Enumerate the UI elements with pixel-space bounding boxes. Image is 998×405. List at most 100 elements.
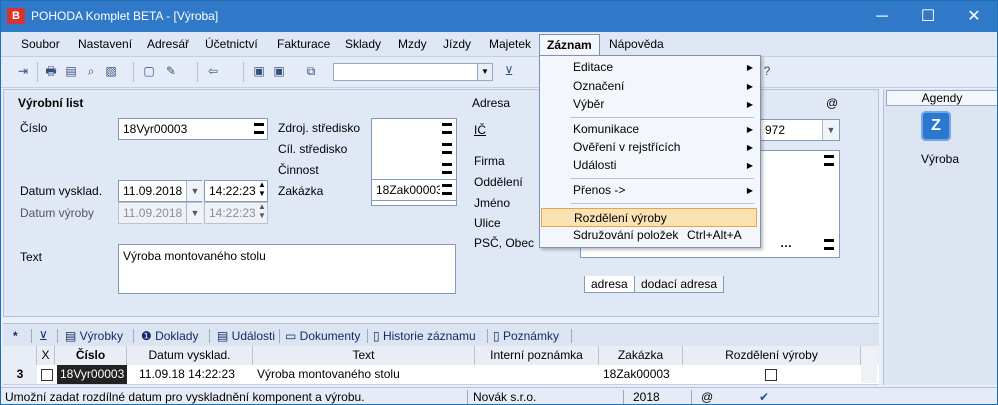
asterisk-icon[interactable]: *: [13, 327, 18, 345]
zdroj-picker-icon[interactable]: ▬ ▬: [440, 119, 454, 138]
more-icon[interactable]: …: [780, 236, 792, 250]
zakazka-picker-icon[interactable]: ▬ ▬: [440, 180, 454, 199]
cell-text[interactable]: Výroba montovaného stolu: [257, 365, 471, 384]
column-header-zakazka[interactable]: Zakázka: [599, 346, 683, 365]
back-icon[interactable]: ⇦: [205, 63, 221, 79]
tab-udalosti[interactable]: ▤ Události: [217, 327, 275, 345]
filter-icon[interactable]: ⊻: [39, 327, 48, 345]
menu-item-komunikace[interactable]: Komunikace ▶: [541, 120, 757, 139]
print-setup-icon[interactable]: ▤: [63, 63, 79, 79]
menu-adresar[interactable]: Adresář: [147, 37, 189, 51]
chevron-down-icon[interactable]: ▼: [186, 181, 203, 201]
menu-item-vyber[interactable]: Výběr ▶: [541, 95, 757, 114]
text-field[interactable]: Výroba montovaného stolu: [118, 244, 456, 294]
spin-icon[interactable]: ▲ ▼: [258, 180, 266, 198]
copy-icon[interactable]: ⧉: [303, 63, 319, 79]
menu-item-label: Sdružování položek: [573, 228, 679, 242]
menu-item-label: Přenos ->: [573, 183, 626, 197]
address-picker-icon[interactable]: ▬ ▬: [822, 151, 836, 170]
agendy-panel: Agendy Z Výroba: [883, 89, 997, 385]
psc-picker-icon[interactable]: ▬ ▬: [822, 235, 836, 254]
menu-nastaveni[interactable]: Nastavení: [78, 37, 132, 51]
save-all-icon[interactable]: ▣: [271, 63, 287, 79]
cell-rozdeleni-checkbox[interactable]: [765, 369, 777, 381]
help-icon[interactable]: ?: [759, 63, 775, 79]
preview-icon[interactable]: ⌕: [83, 63, 99, 79]
menu-separator: [570, 117, 754, 118]
filter-icon[interactable]: ⊻: [501, 63, 517, 79]
tab-separator: [57, 329, 58, 343]
minimize-button[interactable]: ─: [859, 1, 905, 32]
ic-label: IČ: [474, 123, 486, 137]
firma-label: Firma: [474, 154, 505, 168]
menu-item-rozdeleni-vyroby[interactable]: Rozdělení výroby: [541, 208, 757, 227]
column-header-x[interactable]: X: [37, 346, 55, 365]
table-row[interactable]: 3 18Vyr00003 11.09.18 14:22:23 Výroba mo…: [3, 365, 879, 385]
tab-dodaci-adresa[interactable]: dodací adresa: [634, 276, 725, 293]
chevron-down-icon[interactable]: ▼: [822, 120, 839, 140]
save-icon[interactable]: ▣: [251, 63, 267, 79]
chevron-down-icon[interactable]: ▼: [186, 203, 203, 223]
check-icon: ✔: [759, 390, 770, 404]
cil-picker-icon[interactable]: ▬ ▬: [440, 139, 454, 158]
export-icon[interactable]: ▧: [103, 63, 119, 79]
status-message: Umožní zadat rozdílné datum pro vyskladn…: [5, 390, 365, 404]
menu-sklady[interactable]: Sklady: [345, 37, 381, 51]
tab-poznamky[interactable]: ▯ Poznámky: [493, 327, 559, 345]
cinnost-picker-icon[interactable]: ▬ ▬: [440, 159, 454, 178]
new-record-icon[interactable]: ▢: [141, 63, 157, 79]
menu-item-prenos[interactable]: Přenos -> ▶: [541, 181, 757, 200]
tab-adresa[interactable]: adresa: [584, 276, 635, 293]
cislo-picker-icon[interactable]: ▬ ▬: [252, 119, 266, 138]
cell-poznamka[interactable]: [479, 365, 595, 384]
menu-ucetnictvi[interactable]: Účetnictví: [205, 37, 258, 51]
column-header-text[interactable]: Text: [253, 346, 475, 365]
tab-historie-zaznamu[interactable]: ▯ Historie záznamu: [373, 327, 476, 345]
chevron-right-icon: ▶: [746, 186, 753, 195]
tab-vyrobky[interactable]: ▤ Výrobky: [65, 327, 123, 345]
grid-scrollbar[interactable]: [861, 347, 877, 383]
column-header-datum[interactable]: Datum vysklad.: [127, 346, 253, 365]
cell-datum[interactable]: 11.09.18 14:22:23: [139, 365, 253, 384]
status-separator: [691, 390, 692, 404]
maximize-button[interactable]: ☐: [905, 1, 951, 32]
quick-filter-combo[interactable]: ▼: [333, 63, 493, 81]
menu-item-oznaceni[interactable]: Označení ▶: [541, 77, 757, 96]
menu-jizdy[interactable]: Jízdy: [443, 37, 471, 51]
cil-label: Cíl. středisko: [278, 142, 348, 156]
column-header-rozdeleni[interactable]: Rozdělení výroby: [683, 346, 861, 365]
menu-zaznam[interactable]: Záznam: [539, 34, 600, 55]
vyroba-icon[interactable]: Z: [921, 111, 951, 141]
menu-napoveda[interactable]: Nápověda: [609, 37, 664, 51]
menu-item-label: Označení: [573, 79, 625, 93]
menu-soubor[interactable]: Soubor: [21, 37, 60, 51]
cislo-field[interactable]: 18Vyr00003: [118, 118, 268, 140]
exit-icon[interactable]: ⇥: [15, 63, 31, 79]
menu-item-udalosti[interactable]: Události ▶: [541, 156, 757, 175]
tab-dokumenty[interactable]: ▭ Dokumenty: [285, 327, 360, 345]
menu-item-editace[interactable]: Editace ▶: [541, 58, 757, 77]
spin-icon[interactable]: ▲ ▼: [258, 202, 266, 220]
menu-item-label: Ověření v rejstřících: [573, 140, 681, 154]
detail-tabs: * ⊻ ▤ Výrobky ❶ Doklady ▤ Události ▭ Dok…: [3, 323, 879, 347]
agendy-item-vyroba[interactable]: Výroba: [884, 152, 996, 166]
column-header-poznamka[interactable]: Interní poznámka: [475, 346, 599, 365]
menu-mzdy[interactable]: Mzdy: [398, 37, 427, 51]
wand-icon[interactable]: ✎: [163, 63, 179, 79]
chevron-down-icon[interactable]: ▼: [477, 64, 492, 80]
close-button[interactable]: ✕: [951, 1, 997, 32]
menu-separator: [570, 203, 754, 204]
print-icon[interactable]: 🖶: [43, 63, 59, 79]
row-checkbox[interactable]: [41, 369, 53, 381]
cell-zakazka[interactable]: 18Zak00003: [603, 365, 683, 384]
cell-cislo[interactable]: 18Vyr00003: [57, 365, 127, 384]
menu-fakturace[interactable]: Fakturace: [277, 37, 330, 51]
menu-majetek[interactable]: Majetek: [489, 37, 531, 51]
menu-item-overeni[interactable]: Ověření v rejstřících ▶: [541, 138, 757, 157]
tab-separator: [367, 329, 368, 343]
oddeleni-label: Oddělení: [474, 175, 523, 189]
column-header-cislo[interactable]: Číslo: [55, 346, 127, 365]
toolbar-separator: [133, 62, 134, 82]
menu-item-sdruzovani[interactable]: Sdružování položek Ctrl+Alt+A: [541, 226, 757, 245]
tab-doklady[interactable]: ❶ Doklady: [141, 327, 198, 345]
